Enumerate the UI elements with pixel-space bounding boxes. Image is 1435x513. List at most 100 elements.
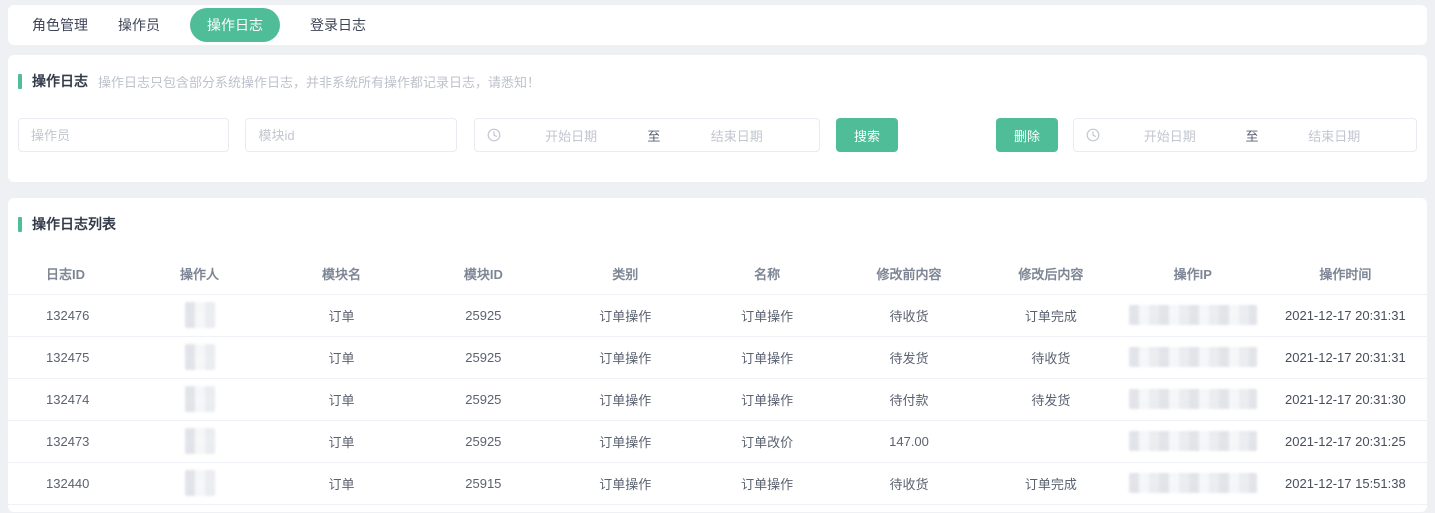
tab-operator[interactable]: 操作员 [118,15,160,35]
cell-module-name: 订单 [271,462,413,504]
table-row: 132440 订单 25915 订单操作 订单操作 待收货 订单完成 2021-… [8,462,1427,504]
cell-module-id: 25925 [412,336,554,378]
redacted-ip [1129,473,1257,493]
cell-name: 订单改价 [696,420,838,462]
cell-log-id: 132474 [8,378,129,420]
col-log-id: 日志ID [8,254,129,294]
cell-module-name: 订单 [271,294,413,336]
module-id-input[interactable] [245,118,456,152]
cell-after-content: 待收货 [980,336,1122,378]
tab-login-log[interactable]: 登录日志 [310,15,366,35]
redacted-operator [185,470,215,496]
cell-category: 订单操作 [554,336,696,378]
cell-category: 订单操作 [554,378,696,420]
col-module-id: 模块ID [412,254,554,294]
cell-operator [129,420,271,462]
filter-card: 操作日志 操作日志只包含部分系统操作日志，并非系统所有操作都记录日志，请悉知！ … [8,55,1427,182]
cell-before-content: 待收货 [838,462,980,504]
clock-icon [1086,128,1100,142]
operator-input[interactable] [18,118,229,152]
tab-role-management[interactable]: 角色管理 [32,15,88,35]
cell-name: 订单操作 [696,336,838,378]
col-before-content: 修改前内容 [838,254,980,294]
search-date-range-picker[interactable]: 开始日期 至 结束日期 [474,118,820,152]
redacted-ip [1129,347,1257,367]
end-date-placeholder[interactable]: 结束日期 [666,126,807,145]
cell-operation-time: 2021-12-17 20:31:31 [1264,294,1427,336]
cell-module-name: 订单 [271,336,413,378]
col-operation-ip: 操作IP [1122,254,1264,294]
table-row: 132474 订单 25925 订单操作 订单操作 待付款 待发货 2021-1… [8,378,1427,420]
cell-operation-ip [1122,294,1264,336]
table-row: 132475 订单 25925 订单操作 订单操作 待发货 待收货 2021-1… [8,336,1427,378]
cell-module-id: 25915 [412,462,554,504]
redacted-ip [1129,431,1257,451]
cell-operation-time: 2021-12-17 20:31:30 [1264,378,1427,420]
col-after-content: 修改后内容 [980,254,1122,294]
table-header-row: 日志ID 操作人 模块名 模块ID 类别 名称 修改前内容 修改后内容 操作IP… [8,254,1427,294]
cell-before-content: 待发货 [838,336,980,378]
cell-after-content: 待发货 [980,378,1122,420]
start-date-placeholder[interactable]: 开始日期 [501,126,642,145]
cell-log-id: 132475 [8,336,129,378]
redacted-ip [1129,389,1257,409]
cell-operation-ip [1122,336,1264,378]
col-category: 类别 [554,254,696,294]
operation-log-table: 日志ID 操作人 模块名 模块ID 类别 名称 修改前内容 修改后内容 操作IP… [8,254,1427,505]
section-accent-bar [18,217,22,232]
cell-operation-ip [1122,420,1264,462]
cell-module-id: 25925 [412,294,554,336]
cell-after-content [980,420,1122,462]
delete-button[interactable]: 删除 [996,118,1058,152]
cell-module-id: 25925 [412,420,554,462]
cell-module-name: 订单 [271,420,413,462]
cell-operation-ip [1122,378,1264,420]
section-accent-bar [18,74,22,89]
cell-operator [129,336,271,378]
log-list-card: 操作日志列表 日志ID 操作人 模块名 模块ID 类别 名称 修改前内容 修改后… [8,198,1427,512]
filter-row: 开始日期 至 结束日期 搜索 删除 开始日期 至 结束日期 [18,118,1417,152]
cell-module-name: 订单 [271,378,413,420]
cell-log-id: 132476 [8,294,129,336]
cell-after-content: 订单完成 [980,462,1122,504]
cell-category: 订单操作 [554,462,696,504]
cell-name: 订单操作 [696,462,838,504]
cell-operator [129,378,271,420]
cell-log-id: 132473 [8,420,129,462]
clock-icon [487,128,501,142]
cell-before-content: 147.00 [838,420,980,462]
redacted-operator [185,344,215,370]
cell-category: 订单操作 [554,294,696,336]
end-date-placeholder[interactable]: 结束日期 [1264,126,1404,145]
filter-section-title: 操作日志 [32,71,88,91]
list-section-title: 操作日志列表 [32,214,116,234]
delete-date-range-picker[interactable]: 开始日期 至 结束日期 [1073,118,1417,152]
tab-bar: 角色管理 操作员 操作日志 登录日志 [8,5,1427,45]
date-range-separator: 至 [641,126,666,145]
cell-operation-time: 2021-12-17 20:31:31 [1264,336,1427,378]
cell-operation-ip [1122,462,1264,504]
tab-operation-log[interactable]: 操作日志 [190,8,280,42]
col-operation-time: 操作时间 [1264,254,1427,294]
search-button[interactable]: 搜索 [836,118,898,152]
cell-after-content: 订单完成 [980,294,1122,336]
cell-operation-time: 2021-12-17 20:31:25 [1264,420,1427,462]
cell-name: 订单操作 [696,294,838,336]
cell-log-id: 132440 [8,462,129,504]
table-row: 132473 订单 25925 订单操作 订单改价 147.00 2021-12… [8,420,1427,462]
cell-operator [129,462,271,504]
filter-section-hint: 操作日志只包含部分系统操作日志，并非系统所有操作都记录日志，请悉知！ [98,72,540,91]
date-range-separator: 至 [1239,126,1264,145]
start-date-placeholder[interactable]: 开始日期 [1100,126,1240,145]
cell-name: 订单操作 [696,378,838,420]
redacted-operator [185,302,215,328]
col-name: 名称 [696,254,838,294]
log-table-body: 132476 订单 25925 订单操作 订单操作 待收货 订单完成 2021-… [8,294,1427,504]
filter-section-header: 操作日志 操作日志只包含部分系统操作日志，并非系统所有操作都记录日志，请悉知！ [18,71,1417,91]
cell-before-content: 待付款 [838,378,980,420]
col-operator: 操作人 [129,254,271,294]
cell-category: 订单操作 [554,420,696,462]
cell-operator [129,294,271,336]
redacted-ip [1129,305,1257,325]
cell-operation-time: 2021-12-17 15:51:38 [1264,462,1427,504]
